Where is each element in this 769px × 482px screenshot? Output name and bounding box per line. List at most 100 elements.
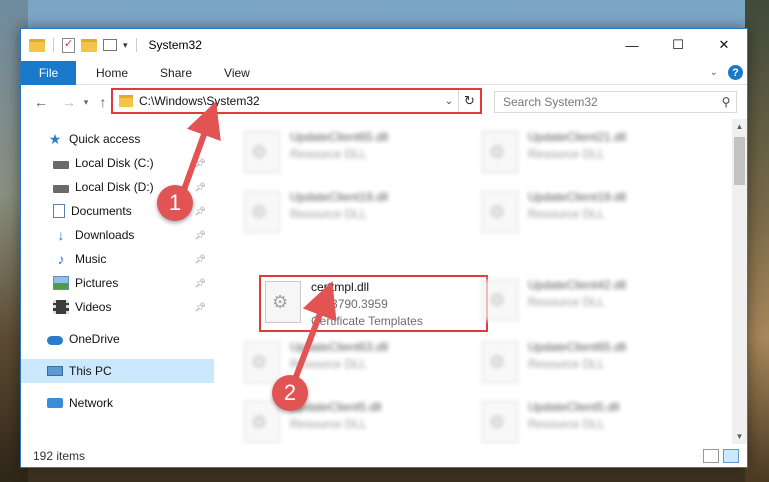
file-tile[interactable]: UpdateClient65.dll Resource DLL (476, 335, 706, 393)
dll-file-icon (244, 191, 280, 233)
properties-icon[interactable] (62, 37, 75, 53)
recent-locations-icon[interactable]: ▾ (79, 97, 93, 108)
nav-item-pictures[interactable]: Pictures 📌︎ (21, 271, 214, 295)
divider (53, 38, 54, 52)
pin-icon: 📌︎ (194, 205, 206, 216)
file-tile[interactable]: UpdateClient42.dll Resource DLL (476, 273, 706, 331)
file-description: Resource DLL (528, 147, 605, 161)
nav-item-local-disk-c[interactable]: Local Disk (C:) 📌︎ (21, 151, 214, 175)
minimize-button[interactable]: — (609, 29, 655, 61)
dll-file-icon (244, 131, 280, 173)
disk-icon (53, 184, 69, 193)
nav-item-label: Network (69, 396, 114, 410)
scroll-down-icon[interactable]: ▼ (732, 429, 747, 444)
search-input[interactable]: Search System32 ⚲ (494, 91, 737, 113)
file-description: Resource DLL (528, 357, 605, 371)
forward-arrow-icon[interactable]: → (59, 94, 79, 110)
file-tile[interactable]: UpdateClient21.dll Resource DLL (476, 125, 706, 183)
file-description: Resource DLL (290, 207, 367, 221)
file-description: Resource DLL (528, 207, 605, 221)
nav-item-this-pc[interactable]: This PC (21, 359, 214, 383)
file-tile[interactable]: UpdateClient63.dll Resource DLL (238, 335, 468, 393)
tab-file[interactable]: File (21, 60, 76, 85)
status-bar: 192 items (21, 444, 747, 467)
file-tile[interactable]: UpdateClient19.dll Resource DLL (238, 185, 468, 243)
help-icon[interactable]: ? (728, 65, 743, 80)
file-tile[interactable]: UpdateClient5.dllResource DLL (476, 395, 706, 444)
tab-home[interactable]: Home (80, 61, 144, 85)
back-arrow-icon[interactable]: ← (31, 94, 51, 110)
chevron-down-icon[interactable]: ⌄ (440, 96, 458, 107)
file-name: UpdateClient19.dll (528, 190, 627, 204)
tab-share[interactable]: Share (144, 61, 208, 85)
dll-file-icon (482, 401, 518, 443)
new-folder-icon[interactable] (81, 38, 97, 52)
callout-badge-1: 1 (157, 185, 193, 221)
file-name: UpdateClient21.dll (528, 130, 627, 144)
nav-item-network[interactable]: Network (21, 391, 214, 415)
search-icon[interactable]: ⚲ (716, 95, 736, 109)
dll-file-icon (244, 341, 280, 383)
file-name: UpdateClient63.dll (290, 340, 389, 354)
refresh-icon[interactable]: ↻ (458, 90, 480, 112)
quick-access-toolbar: ▾ (21, 37, 139, 53)
toolbar-dropdown-icon[interactable]: ▾ (123, 40, 128, 51)
pin-icon: 📌︎ (194, 277, 206, 288)
disk-icon (53, 160, 69, 169)
address-path[interactable]: C:\Windows\System32 (139, 94, 440, 108)
file-tile[interactable]: UpdateClient65.dll Resource DLL (238, 125, 468, 183)
file-name: UpdateClient19.dll (290, 190, 389, 204)
window-controls: — ☐ ✕ (609, 29, 747, 61)
file-tile[interactable]: UpdateClient19.dll Resource DLL (476, 185, 706, 243)
scroll-up-icon[interactable]: ▲ (732, 119, 747, 134)
file-description: Resource DLL (290, 417, 367, 431)
nav-item-videos[interactable]: Videos 📌︎ (21, 295, 214, 319)
tiles-view-icon[interactable] (723, 448, 739, 463)
documents-icon (53, 204, 65, 218)
file-description: Resource DLL (290, 147, 367, 161)
dll-file-icon (482, 131, 518, 173)
customize-toolbar-icon[interactable] (103, 39, 117, 51)
expand-ribbon-icon[interactable]: ⌄ (710, 67, 718, 78)
address-bar[interactable]: C:\Windows\System32 ⌄ ↻ (111, 88, 482, 114)
window-title: System32 (148, 38, 202, 52)
nav-item-label: This PC (69, 364, 112, 378)
file-description: Resource DLL (528, 295, 605, 309)
nav-item-label: Music (75, 252, 107, 266)
vertical-scrollbar[interactable]: ▲ ▼ (732, 119, 747, 444)
pin-icon: 📌︎ (194, 253, 206, 264)
nav-item-onedrive[interactable]: OneDrive (21, 327, 214, 351)
pin-icon: 📌︎ (194, 181, 206, 192)
tab-view[interactable]: View (208, 61, 266, 85)
pin-icon: 📌︎ (194, 301, 206, 312)
close-button[interactable]: ✕ (701, 29, 747, 61)
dll-file-icon (482, 279, 518, 321)
ribbon-tabs: File Home Share View ⌄ ? (21, 60, 747, 85)
dll-file-icon (482, 191, 518, 233)
music-icon: ♪ (57, 251, 65, 267)
nav-item-label: Local Disk (C:) (75, 156, 154, 170)
nav-item-label: Pictures (75, 276, 119, 290)
details-view-icon[interactable] (703, 448, 719, 463)
dll-file-icon (482, 341, 518, 383)
onedrive-icon (47, 336, 63, 345)
nav-item-music[interactable]: ♪ Music 📌︎ (21, 247, 214, 271)
nav-item-quick-access[interactable]: ★ Quick access (21, 127, 214, 151)
file-description: Resource DLL (290, 357, 367, 371)
dll-file-icon (244, 401, 280, 443)
pin-icon: 📌︎ (194, 157, 206, 168)
up-arrow-icon[interactable]: ↑ (93, 94, 113, 110)
downloads-icon: ↓ (57, 227, 65, 243)
file-name: UpdateClient65.dll (528, 340, 627, 354)
nav-item-label: Quick access (69, 132, 141, 146)
maximize-button[interactable]: ☐ (655, 29, 701, 61)
file-tile[interactable]: UpdateClient5.dllResource DLL (238, 395, 468, 444)
nav-item-label: OneDrive (69, 332, 120, 346)
ribbon-right: ⌄ ? (710, 65, 743, 80)
item-count: 192 items (33, 448, 86, 463)
nav-item-downloads[interactable]: ↓ Downloads 📌︎ (21, 223, 214, 247)
navigation-row: ← → ▾ ↑ C:\Windows\System32 ⌄ ↻ Search S… (21, 85, 747, 119)
file-name: UpdateClient65.dll (290, 130, 389, 144)
pictures-icon (53, 276, 69, 290)
scrollbar-thumb[interactable] (734, 137, 745, 185)
